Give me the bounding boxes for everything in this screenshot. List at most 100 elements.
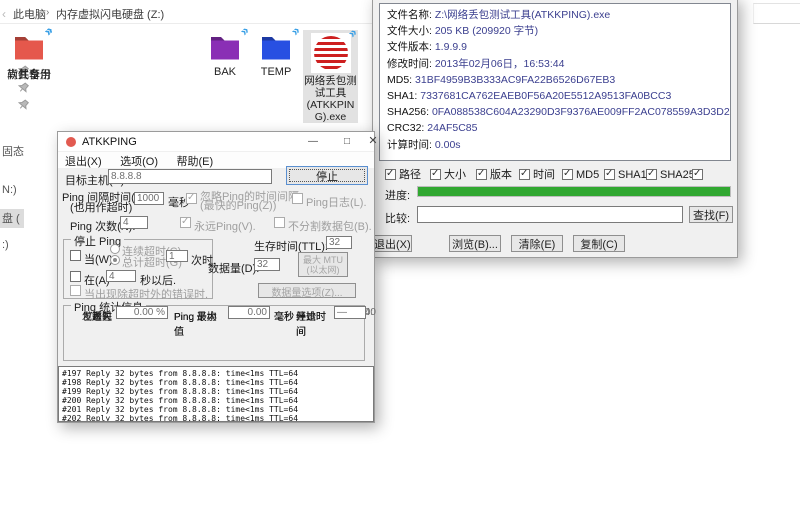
exe-label-line: (ATKKPIN <box>303 99 358 111</box>
hash-action-button[interactable]: 退出(X) <box>373 235 412 252</box>
max-mtu-button[interactable]: 最大 MTU (以太网) <box>298 252 348 277</box>
header-divider <box>0 23 372 24</box>
data-options-button[interactable]: 数据量选项(Z)... <box>258 283 356 298</box>
menu-item[interactable]: 选项(O) <box>113 152 165 169</box>
hash-option-checkbox[interactable]: SHA1 <box>604 165 647 178</box>
hash-results-panel[interactable]: 文件名称: Z:\网络丢包测试工具(ATKKPING).exe 文件大小: 20… <box>379 3 731 161</box>
stop-after-checkbox[interactable] <box>70 271 81 282</box>
checkbox-icon[interactable] <box>604 169 615 180</box>
menu-item[interactable]: 帮助(E) <box>169 152 220 169</box>
hash-option-label: 路径 <box>399 169 421 181</box>
stop-when-checkbox[interactable] <box>70 250 81 261</box>
ping-log-line: #198 Reply 32 bytes from 8.8.8.8: time<1… <box>62 378 370 387</box>
hash-option-checkbox[interactable]: 大小 <box>430 165 466 178</box>
checkbox-icon[interactable] <box>692 169 703 180</box>
checkbox-icon[interactable] <box>519 169 530 180</box>
find-button[interactable]: 查找(F) <box>689 206 733 223</box>
exe-file-item-selected[interactable]: » 网络丢包测 试工具 (ATKKPIN G).exe <box>303 30 358 123</box>
hash-option-checkbox[interactable]: 路径 <box>385 165 421 178</box>
hash-option-checkbox[interactable]: 时间 <box>519 165 555 178</box>
checkbox-icon[interactable] <box>646 169 657 180</box>
hash-result-value: 1.9.9.9 <box>435 41 467 53</box>
ignore-interval-sublabel: (最快的Ping(Z)) <box>200 197 276 213</box>
nav-item-fragment-selected[interactable]: 盘 ( <box>0 209 24 228</box>
checkbox-icon[interactable] <box>385 169 396 180</box>
interval-input[interactable] <box>134 192 164 205</box>
hash-result-line: SHA1: 7337681CA762EAEB0F56A20E5512A9513F… <box>387 88 723 104</box>
stat-label: Ping 平均值 <box>174 308 226 338</box>
breadcrumb-path[interactable]: 内存虚拟闪电硬盘 (Z:) <box>56 6 164 22</box>
checkbox-icon[interactable] <box>562 169 573 180</box>
continuous-timeout-radio[interactable] <box>110 244 120 254</box>
exe-file-label: 网络丢包测 试工具 (ATKKPIN G).exe <box>303 75 358 123</box>
hash-result-label: 修改时间: <box>387 58 432 70</box>
hash-option-checkbox[interactable]: CRC32 <box>692 165 737 178</box>
no-split-label: 不分割数据包(B). <box>288 218 372 234</box>
nav-item-fragment[interactable]: :) <box>2 239 9 251</box>
hash-option-checkbox[interactable]: MD5 <box>562 165 599 178</box>
menu-item[interactable]: 退出(X) <box>58 152 109 169</box>
hash-option-label: 版本 <box>490 169 512 181</box>
breadcrumb-root[interactable]: 此电脑 <box>13 6 46 22</box>
checkbox-icon[interactable] <box>476 169 487 180</box>
ping-forever-checkbox[interactable] <box>180 217 191 228</box>
folder-item[interactable]: » TEMP <box>247 33 305 78</box>
ping-stats-group: Ping 统计信息 发送包 202 Ping 最小值 0 毫秒 开始时间 10:… <box>63 305 365 361</box>
hash-result-line: MD5: 31BF4959B3B333AC9FA22B6526D67EB3 <box>387 72 723 88</box>
timeout-times-input[interactable] <box>166 250 188 262</box>
nav-item-fragment[interactable]: 固态 <box>2 143 24 159</box>
ping-log-label: Ping日志(L). <box>306 194 367 210</box>
minimize-button[interactable]: — <box>302 132 324 151</box>
ttl-input[interactable] <box>326 236 352 249</box>
stats-row: 包丢失 0.00 % Ping 平均值 0.00 毫秒 停止时间 — <box>70 306 364 320</box>
folder-label: BAK <box>196 66 254 78</box>
data-size-input[interactable] <box>254 258 280 271</box>
stop-after-input[interactable] <box>106 270 136 282</box>
stat-value: 0.00 <box>228 306 270 319</box>
compare-label: 比较: <box>385 210 410 226</box>
stat-value: 0.00 % <box>116 306 168 319</box>
checkbox-icon[interactable] <box>430 169 441 180</box>
hash-result-label: MD5: <box>387 74 412 86</box>
shortcut-arrows-icon: » <box>347 27 359 39</box>
hash-option-checkbox[interactable]: 版本 <box>476 165 512 178</box>
window-title: ATKKPING <box>82 136 137 148</box>
hash-option-label: 时间 <box>533 169 555 181</box>
title-bar[interactable]: ATKKPING — □ ✕ <box>58 132 374 152</box>
pin-icon <box>18 99 29 110</box>
hash-result-label: CRC32: <box>387 122 424 134</box>
nav-item-fragment[interactable]: N:) <box>2 184 17 196</box>
hash-result-label: 计算时间: <box>387 139 432 151</box>
ping-log-output[interactable]: #197 Reply 32 bytes from 8.8.8.8: time<1… <box>58 366 374 422</box>
total-timeout-radio[interactable] <box>110 255 120 265</box>
stat-unit: 毫秒 <box>274 308 294 323</box>
hash-result-line: 文件版本: 1.9.9.9 <box>387 39 723 55</box>
folder-item[interactable]: » BAK <box>196 33 254 78</box>
target-host-input[interactable] <box>108 169 272 184</box>
stop-ping-group: 停止 Ping 当(W) 连续超时(C) 总计超时(G) 次时. 在(A) 秒以… <box>63 239 213 299</box>
folder-item[interactable]: » 尚武专用 <box>0 33 58 82</box>
hash-result-label: 文件大小: <box>387 25 432 37</box>
stat-label: 停止时间 <box>296 308 334 338</box>
hash-result-label: 文件版本: <box>387 41 432 53</box>
close-button[interactable]: ✕ <box>362 132 384 151</box>
hash-result-line: 计算时间: 0.00s <box>387 137 723 153</box>
hash-result-line: 修改时间: 2013年02月06日，16:53:44 <box>387 56 723 72</box>
folder-icon <box>260 33 292 60</box>
ping-log-checkbox[interactable] <box>292 193 303 204</box>
hash-action-button[interactable]: 清除(E) <box>511 235 563 252</box>
hash-option-label: SHA1 <box>618 169 647 181</box>
stop-on-error-checkbox[interactable] <box>70 285 81 296</box>
hash-action-button[interactable]: 复制(C) <box>573 235 625 252</box>
maximize-button[interactable]: □ <box>336 132 358 151</box>
breadcrumb-back-icon[interactable]: ‹ <box>2 7 9 18</box>
hash-result-label: SHA1: <box>387 90 417 102</box>
ping-count-input[interactable] <box>120 216 148 229</box>
compare-input[interactable] <box>417 206 683 223</box>
no-split-checkbox[interactable] <box>274 217 285 228</box>
hash-action-button[interactable]: 浏览(B)... <box>449 235 501 252</box>
ignore-interval-checkbox[interactable] <box>186 193 197 204</box>
stop-button[interactable]: 停止 <box>286 166 368 185</box>
data-size-label: 数据量(D): <box>208 260 259 276</box>
app-icon <box>66 137 76 147</box>
